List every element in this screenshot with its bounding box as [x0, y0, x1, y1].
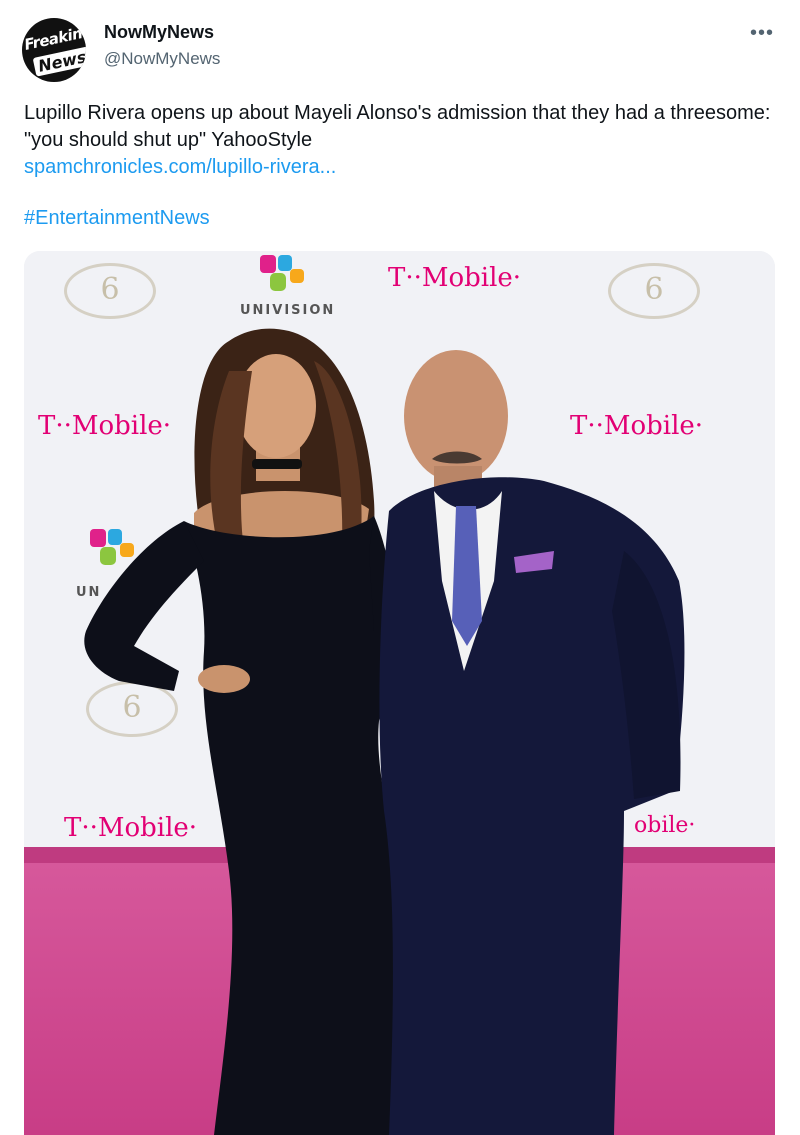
- man-in-navy-suit: [379, 350, 685, 1135]
- tweet-photo[interactable]: 6 6 6 UNIVISION UN T··Mobile· T··Mobile·…: [24, 251, 775, 1135]
- more-icon[interactable]: •••: [750, 22, 774, 45]
- hashtag-link[interactable]: #EntertainmentNews: [24, 207, 210, 230]
- tweet-text: Lupillo Rivera opens up about Mayeli Alo…: [24, 100, 774, 181]
- author-name[interactable]: NowMyNews: [104, 22, 214, 43]
- avatar[interactable]: Freakin News: [22, 18, 86, 82]
- tweet-card: Freakin News NowMyNews @NowMyNews ••• Lu…: [0, 0, 800, 1135]
- author-handle[interactable]: @NowMyNews: [104, 49, 220, 69]
- tweet-body: Lupillo Rivera opens up about Mayeli Alo…: [24, 102, 771, 151]
- article-link[interactable]: spamchronicles.com/lupillo-rivera...: [24, 156, 336, 178]
